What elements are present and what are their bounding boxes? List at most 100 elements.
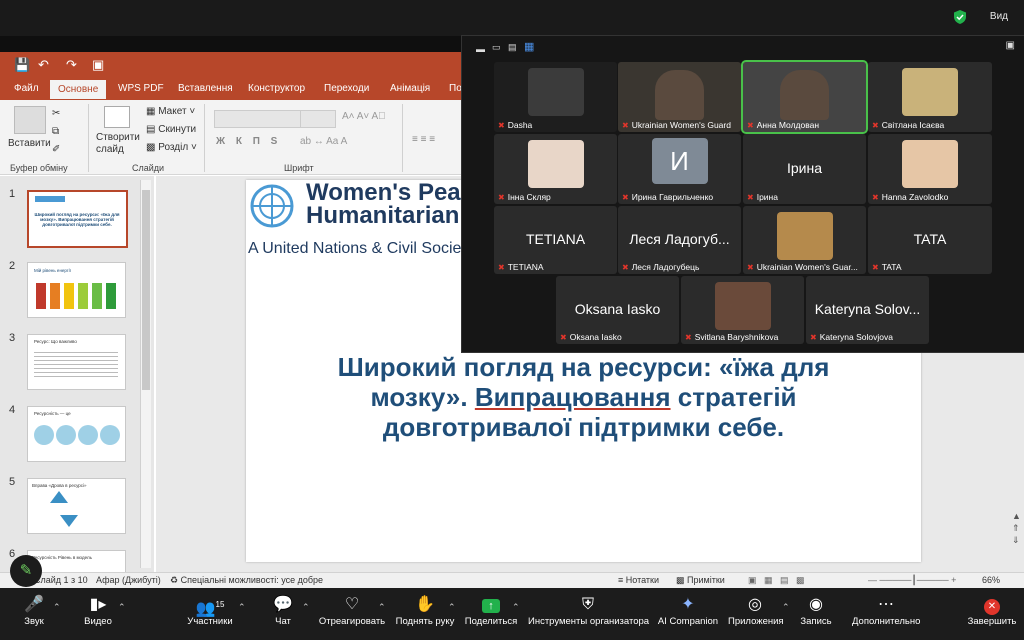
audio-options-chevron[interactable]: ⌃: [53, 602, 61, 613]
cut-icon[interactable]: ✂: [52, 108, 60, 119]
share-options-chevron[interactable]: ⌃: [512, 602, 520, 613]
host-tools-button[interactable]: ⛨ Инструменты организатора: [528, 594, 649, 627]
paste-icon[interactable]: [14, 106, 46, 134]
font-grow-icon[interactable]: A˄ A˅ A⃠: [342, 111, 386, 122]
scrollbar-thumb[interactable]: [142, 190, 150, 390]
participant-tile[interactable]: ✖ Svitlana Baryshnikova: [681, 276, 804, 344]
muted-mic-icon: ✖: [560, 333, 567, 342]
slide-thumbnail-2[interactable]: Мій рівень енергії: [27, 262, 126, 318]
participant-tile[interactable]: ✖ Інна Скляр: [494, 134, 617, 204]
participant-tile[interactable]: ✖ Ukrainian Women's Guar...: [743, 206, 866, 274]
participant-tile[interactable]: И ✖ Ирина Гаврильченко: [618, 134, 741, 204]
participant-tile[interactable]: Oksana Iasko ✖ Oksana Iasko: [556, 276, 679, 344]
muted-mic-icon: ✖: [810, 333, 817, 342]
paste-button[interactable]: Вставити: [8, 138, 51, 149]
redo-icon[interactable]: ↷: [66, 57, 77, 73]
view-mode-icons[interactable]: ▣ ▦ ▤ ▩: [748, 575, 805, 586]
slide-thumbnail-5[interactable]: Вправа «Дрова в ресурсі»: [27, 478, 126, 534]
participant-tile[interactable]: TATA ✖ TATA: [868, 206, 992, 274]
new-slide-button[interactable]: Створити слайд: [96, 132, 142, 156]
participants-options-chevron[interactable]: ⌃: [238, 602, 246, 613]
speaker-view-icon[interactable]: ▭: [492, 42, 501, 53]
battery-icon: [64, 283, 74, 309]
strip-view-icon[interactable]: ▤: [508, 42, 517, 53]
tab-more[interactable]: По: [449, 83, 462, 94]
more-button[interactable]: ⋯ Дополнительно: [852, 594, 920, 627]
exit-fullscreen-icon[interactable]: ▣: [1006, 40, 1015, 51]
zoom-slider[interactable]: — ─────┃───── +: [868, 575, 956, 586]
participant-name: ✖ TETIANA: [498, 262, 544, 272]
participant-tile[interactable]: Леся Ладогуб... ✖ Леся Ладогубець: [618, 206, 741, 274]
slide-navigation-icons[interactable]: ▲ ⇑ ⇓: [1012, 510, 1022, 574]
slide-thumbnail-3[interactable]: Ресурс: Що важливо: [27, 334, 126, 390]
font-color-icon[interactable]: ab ↔ Aa A: [300, 136, 347, 147]
copy-icon[interactable]: ⧉: [52, 126, 59, 137]
font-format-buttons[interactable]: Ж К П S: [216, 136, 281, 147]
save-icon[interactable]: 💾: [14, 57, 30, 73]
video-options-chevron[interactable]: ⌃: [118, 602, 126, 613]
language-status[interactable]: Афар (Джибуті): [96, 575, 161, 585]
camera-icon: ▮▸: [89, 596, 107, 613]
raise-hand-button[interactable]: ✋ Поднять руку: [394, 594, 456, 627]
tab-wps-pdf[interactable]: WPS PDF: [118, 83, 164, 94]
chat-button[interactable]: 💬 Чат: [268, 594, 298, 627]
participant-tile[interactable]: ✖ Hanna Zavolodko: [868, 134, 992, 204]
zoom-level[interactable]: 66%: [982, 575, 1000, 585]
slide-thumbnail-1[interactable]: Широкий погляд на ресурси: «їжа для мозк…: [27, 190, 128, 248]
audio-button[interactable]: 🎤 Звук: [14, 594, 54, 627]
paragraph-align-icons[interactable]: ≡ ≡ ≡: [412, 134, 435, 145]
ai-companion-button[interactable]: ✦ AI Companion: [656, 594, 720, 627]
thumbnail-scrollbar[interactable]: [140, 180, 151, 568]
font-size-field[interactable]: [300, 110, 336, 128]
participant-tile[interactable]: TETIANA ✖ TETIANA: [494, 206, 617, 274]
participant-name: ✖ Oksana Iasko: [560, 332, 622, 342]
participant-display-name: Леся Ладогуб...: [629, 231, 730, 247]
react-button[interactable]: ♡ Отреагировать: [318, 594, 386, 627]
battery-icon: [36, 283, 46, 309]
slide-thumbnail-4[interactable]: Ресурсність — це: [27, 406, 126, 462]
tab-transitions[interactable]: Переходи: [324, 83, 369, 94]
participant-tile[interactable]: Ірина ✖ Ірина: [743, 134, 866, 204]
muted-mic-icon: ✖: [622, 193, 629, 202]
tab-file[interactable]: Файл: [14, 83, 39, 94]
present-icon[interactable]: ▣: [92, 57, 104, 73]
ribbon-divider: [402, 104, 403, 172]
end-meeting-button[interactable]: ✕ Завершить: [966, 594, 1018, 627]
slide-count: Слайд 1 з 10: [34, 575, 88, 585]
participant-tile[interactable]: ✖ Анна Молдован: [741, 60, 868, 134]
tab-design[interactable]: Конструктор: [248, 83, 305, 94]
participant-tile[interactable]: ✖ Dasha: [494, 62, 617, 132]
layout-button[interactable]: ▦ Макет ˅: [146, 106, 195, 117]
muted-mic-icon: ✖: [498, 263, 505, 272]
thumbnail-title: Мій рівень енергії: [34, 268, 71, 273]
record-button[interactable]: ◉ Запись: [798, 594, 834, 627]
raise-hand-options-chevron[interactable]: ⌃: [448, 602, 456, 613]
section-button[interactable]: ▩ Розділ ˅: [146, 142, 197, 153]
chat-options-chevron[interactable]: ⌃: [302, 602, 310, 613]
notes-button[interactable]: ≡ Нотатки: [618, 575, 659, 585]
reset-button[interactable]: ▤ Скинути: [146, 124, 196, 135]
react-options-chevron[interactable]: ⌃: [378, 602, 386, 613]
apps-button[interactable]: ◎ Приложения: [728, 594, 784, 627]
view-button[interactable]: Вид: [990, 11, 1008, 22]
participants-button[interactable]: 👥15 Участники: [184, 594, 236, 627]
apps-options-chevron[interactable]: ⌃: [782, 602, 790, 613]
minimize-icon[interactable]: ▬: [476, 44, 485, 54]
participant-tile[interactable]: ✖ Світлана Ісаєва: [868, 62, 992, 132]
participant-tile[interactable]: Kateryna Solov... ✖ Kateryna Solovjova: [806, 276, 929, 344]
video-button[interactable]: ▮▸ Видео: [76, 594, 120, 627]
comments-button[interactable]: ▩ Примітки: [676, 575, 725, 586]
participant-name: ✖ Анна Молдован: [747, 120, 820, 130]
annotate-pencil-icon[interactable]: ✎: [10, 555, 42, 587]
tab-home[interactable]: Основне: [50, 80, 107, 99]
format-painter-icon[interactable]: ✐: [52, 144, 60, 155]
accessibility-status[interactable]: ♻ Спеціальні можливості: усе добре: [170, 575, 323, 586]
participant-tile[interactable]: ✖ Ukrainian Women's Guard: [618, 62, 741, 132]
new-slide-icon[interactable]: [104, 106, 130, 128]
tab-insert[interactable]: Вставлення: [178, 83, 233, 94]
undo-icon[interactable]: ↶: [38, 57, 49, 73]
tab-animation[interactable]: Анімація: [390, 83, 430, 94]
circle-shape: [100, 425, 120, 445]
gallery-view-icon[interactable]: ▦: [524, 40, 534, 53]
thumbnail-number: 4: [9, 404, 16, 416]
